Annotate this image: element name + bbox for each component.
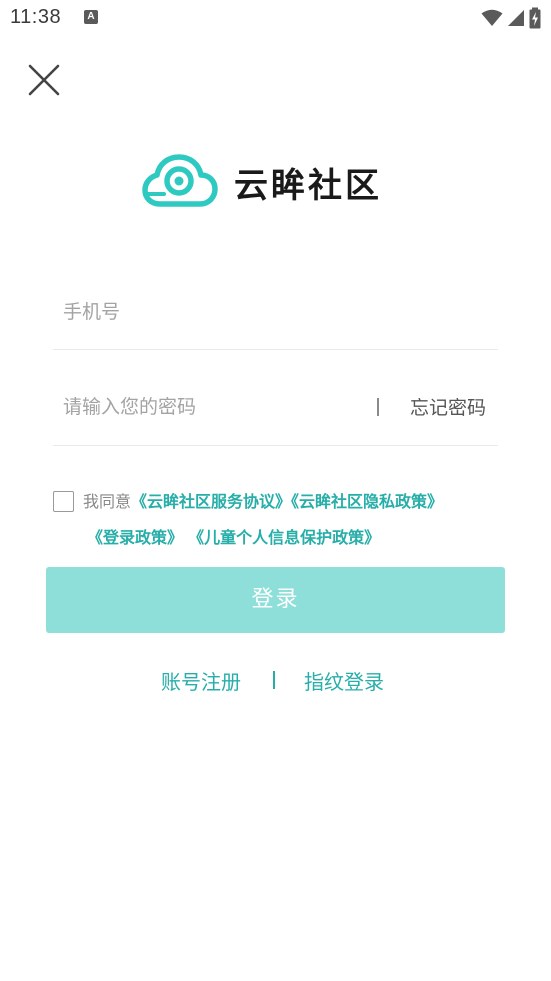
login-button[interactable]: 登录 (46, 567, 505, 633)
cellular-signal-icon (508, 10, 524, 26)
bottom-links: 账号注册 指纹登录 (0, 666, 551, 698)
agreement-line-2: 《登录政策》 《儿童个人信息保护政策》 (87, 524, 380, 548)
notification-icon: A (84, 10, 98, 24)
cloud-eye-icon (142, 154, 218, 207)
login-policy-link[interactable]: 《登录政策》 (87, 528, 183, 547)
agreement-line-1: 我同意《云眸社区服务协议》《云眸社区隐私政策》 (83, 488, 443, 512)
wifi-icon (481, 9, 503, 26)
field-divider (377, 398, 379, 416)
password-input[interactable] (63, 376, 363, 438)
status-indicators (481, 7, 541, 29)
service-agreement-link[interactable]: 《云眸社区服务协议》 (131, 492, 291, 511)
status-bar: 11:38 A (0, 0, 551, 36)
phone-input[interactable] (63, 282, 483, 342)
status-time: 11:38 (10, 6, 62, 28)
close-button[interactable] (26, 62, 62, 98)
password-field-container: 忘记密码 (53, 376, 498, 446)
battery-charging-icon (529, 7, 541, 29)
forgot-password-link[interactable]: 忘记密码 (410, 393, 486, 420)
app-name: 云眸社区 (234, 165, 382, 206)
link-divider (273, 671, 275, 689)
register-link[interactable]: 账号注册 (161, 666, 241, 695)
fingerprint-login-link[interactable]: 指纹登录 (304, 666, 384, 695)
close-icon (28, 64, 60, 96)
phone-field-container (53, 282, 498, 350)
children-privacy-policy-link[interactable]: 《儿童个人信息保护政策》 (188, 528, 380, 547)
agreement-prefix: 我同意 (83, 492, 132, 511)
agreement-checkbox[interactable] (53, 491, 74, 512)
app-logo: 云眸社区 (142, 152, 382, 212)
privacy-policy-link[interactable]: 《云眸社区隐私政策》 (291, 492, 443, 511)
